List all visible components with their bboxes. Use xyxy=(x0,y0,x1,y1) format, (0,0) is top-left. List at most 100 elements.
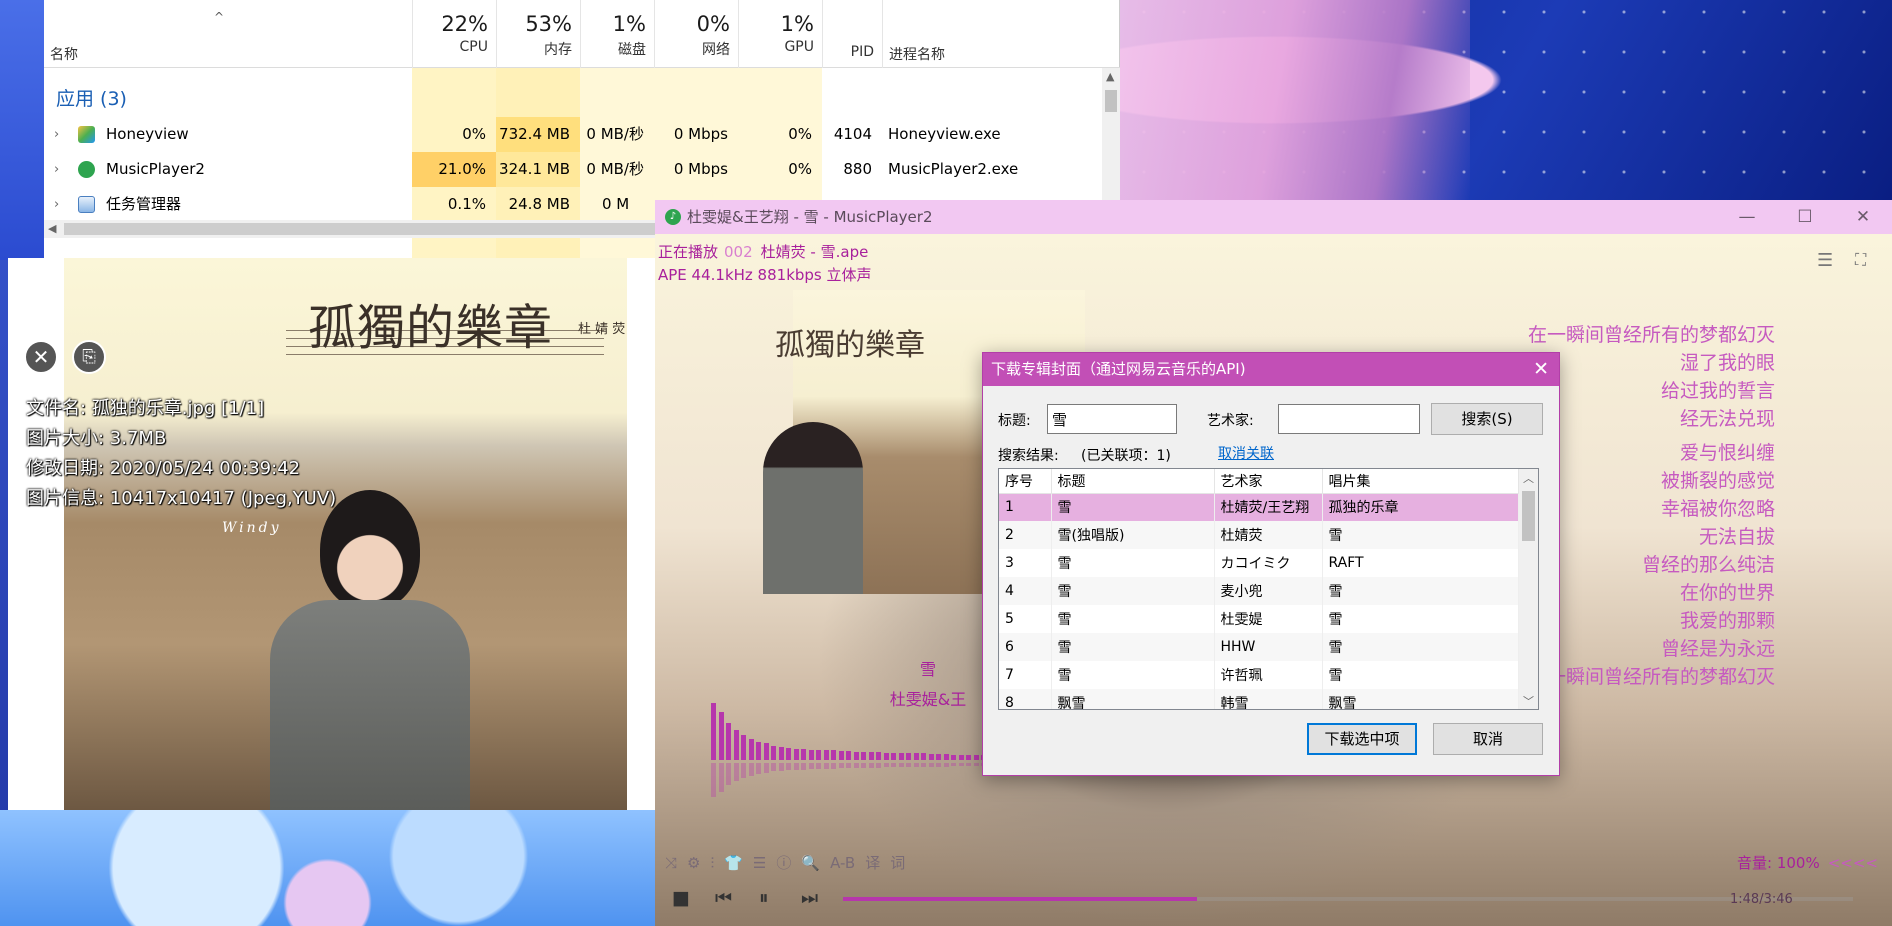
result-artist-cell: 杜雯媞 xyxy=(1214,605,1323,633)
result-title-cell: 雪 xyxy=(1051,661,1215,689)
maximize-button[interactable]: ☐ xyxy=(1776,200,1834,234)
cpu-percent: 22% xyxy=(441,12,488,36)
result-row[interactable]: 3 雪カコイミク RAFT xyxy=(999,549,1519,577)
spectrum-reflection xyxy=(853,763,859,768)
scrollbar-thumb[interactable] xyxy=(1522,491,1535,541)
lyrics-toggle-icon[interactable]: 词 xyxy=(890,852,905,873)
copy-icon[interactable]: ⎘ xyxy=(72,340,106,374)
cpu-column-header[interactable]: 22% CPU xyxy=(412,0,496,68)
close-button[interactable]: ✕ xyxy=(1834,200,1892,234)
spectrum-reflection xyxy=(838,763,844,768)
fullscreen-icon[interactable]: ⛶ xyxy=(1855,250,1866,270)
spectrum-bar xyxy=(711,703,716,760)
vertical-scrollbar[interactable]: ▲ xyxy=(1102,68,1120,220)
pid-column-header[interactable]: PID xyxy=(822,0,882,68)
spectrum-reflection xyxy=(756,763,761,774)
column-header-index[interactable]: 序号 xyxy=(999,469,1052,494)
volume-arrows[interactable]: <<<< xyxy=(1828,854,1878,872)
result-row[interactable]: 1 雪杜婧荧/王艺翔 孤独的乐章 xyxy=(999,493,1519,521)
spectrum-bar xyxy=(973,755,979,760)
process-row-honeyview[interactable]: › Honeyview 0% 732.4 MB 0 MB/秒 0 Mbps 0%… xyxy=(44,117,1102,152)
result-row[interactable]: 8 飘雪 韩雪 飘雪 xyxy=(999,689,1519,709)
volume-control[interactable]: 音量: 100% <<<< xyxy=(1737,852,1878,873)
process-name-column-header[interactable]: 进程名称 xyxy=(882,0,1102,68)
spectrum-reflection xyxy=(778,763,784,771)
translate-icon[interactable]: 译 xyxy=(865,852,880,873)
title-input[interactable] xyxy=(1047,404,1177,434)
expand-chevron-icon[interactable]: › xyxy=(54,152,59,187)
wallpaper-anime-hair xyxy=(1120,0,1470,200)
result-row[interactable]: 6 雪 HHW 雪 xyxy=(999,633,1519,661)
result-index-cell: 1 xyxy=(999,493,1052,521)
column-header-artist[interactable]: 艺术家 xyxy=(1214,469,1323,494)
expand-chevron-icon[interactable]: › xyxy=(54,117,59,152)
artist-input[interactable] xyxy=(1278,404,1420,434)
expand-chevron-icon[interactable]: › xyxy=(54,187,59,222)
pause-button[interactable]: ⏸ xyxy=(759,887,769,909)
list-scrollbar[interactable]: ︿ ﹀ xyxy=(1519,469,1538,709)
now-playing-label: 正在播放 xyxy=(658,243,719,261)
honeyview-app-icon xyxy=(78,126,95,143)
playlist-icon[interactable]: ☰ xyxy=(753,854,766,872)
spectrum-reflection xyxy=(823,763,829,769)
scroll-down-icon[interactable]: ﹀ xyxy=(1523,693,1534,709)
search-results-list[interactable]: 序号 标题 艺术家 唱片集 1 雪杜婧荧/王艺翔 孤独的乐章 2 雪(独唱版) 杜婧荧雪 3… xyxy=(998,468,1539,710)
spectrum-reflection xyxy=(921,763,926,767)
scroll-left-icon[interactable]: ◀ xyxy=(48,222,56,235)
title-label: 标题: xyxy=(998,413,1031,429)
result-album-cell: 雪 xyxy=(1322,661,1519,689)
result-artist-cell: 杜婧荧 xyxy=(1214,521,1323,549)
column-header-album[interactable]: 唱片集 xyxy=(1322,469,1519,494)
cpu-label: CPU xyxy=(459,39,488,55)
ab-repeat-icon[interactable]: A-B xyxy=(830,854,855,872)
process-name: 任务管理器 xyxy=(106,195,182,213)
album-cover-title: 孤獨的樂章 xyxy=(775,328,925,363)
next-button[interactable]: ⏭ xyxy=(801,887,818,909)
process-name: MusicPlayer2 xyxy=(106,160,205,178)
dialog-titlebar[interactable]: 下载专辑封面（通过网易云音乐的API) ✕ xyxy=(983,353,1559,386)
result-row[interactable]: 5 雪杜雯媞雪 xyxy=(999,605,1519,633)
disk-column-header[interactable]: 1% 磁盘 xyxy=(580,0,654,68)
lyric-line: 在一瞬间曾经所有的梦都幻灭 xyxy=(1527,324,1775,346)
scrollbar-thumb[interactable] xyxy=(1105,90,1117,112)
apps-group-header[interactable]: 应用 (3) xyxy=(56,84,127,111)
scroll-up-icon[interactable]: ︿ xyxy=(1523,470,1534,486)
progress-bar[interactable] xyxy=(843,897,1853,901)
process-row-musicplayer2[interactable]: › MusicPlayer2 21.0% 324.1 MB 0 MB/秒 0 M… xyxy=(44,152,1102,187)
unlink-link[interactable]: 取消关联 xyxy=(1218,443,1274,463)
spectrum-bar xyxy=(741,735,746,760)
search-button[interactable]: 搜索(S) xyxy=(1431,403,1543,435)
result-row[interactable]: 7 雪许哲珮雪 xyxy=(999,661,1519,689)
results-table: 序号 标题 艺术家 唱片集 1 雪杜婧荧/王艺翔 孤独的乐章 2 雪(独唱版) 杜婧荧雪 3… xyxy=(999,469,1519,709)
spectrum-bar xyxy=(763,743,769,760)
result-row[interactable]: 4 雪麦小兜雪 xyxy=(999,577,1519,605)
info-icon[interactable]: ⓘ xyxy=(776,852,791,873)
spectrum-bar xyxy=(921,753,926,760)
menu-icon[interactable]: ☰ xyxy=(1817,250,1833,271)
stop-button[interactable]: ■ xyxy=(672,887,690,909)
result-row[interactable]: 2 雪(独唱版) 杜婧荧雪 xyxy=(999,521,1519,549)
network-column-header[interactable]: 0% 网络 xyxy=(654,0,738,68)
download-selected-button[interactable]: 下载选中项 xyxy=(1307,723,1417,755)
previous-button[interactable]: ⏮ xyxy=(715,887,732,909)
equalizer-icon[interactable]: ⫶ xyxy=(710,854,714,872)
settings-icon[interactable]: ⚙ xyxy=(687,854,700,872)
memory-column-header[interactable]: 53% 内存 xyxy=(496,0,580,68)
find-icon[interactable]: 🔍 xyxy=(801,854,820,872)
scroll-up-icon[interactable]: ▲ xyxy=(1106,70,1114,83)
dialog-close-icon[interactable]: ✕ xyxy=(1533,353,1549,386)
name-column-header[interactable]: 名称 xyxy=(50,44,78,64)
column-header-title[interactable]: 标题 xyxy=(1051,469,1215,494)
minimize-button[interactable]: — xyxy=(1718,200,1776,234)
sort-caret-icon[interactable]: ^ xyxy=(214,10,224,24)
gpu-label: GPU xyxy=(784,39,814,55)
close-icon[interactable]: ✕ xyxy=(24,340,58,374)
gpu-column-header[interactable]: 1% GPU xyxy=(738,0,822,68)
skin-icon[interactable]: 👕 xyxy=(724,854,743,872)
spectrum-reflection xyxy=(816,763,821,769)
result-title-cell: 雪 xyxy=(1051,549,1215,577)
spectrum-reflection xyxy=(771,763,776,771)
music-player-titlebar[interactable]: ♪ 杜雯媞&王艺翔 - 雪 - MusicPlayer2 — ☐ ✕ xyxy=(655,200,1892,234)
cancel-button[interactable]: 取消 xyxy=(1433,723,1543,755)
shuffle-icon[interactable]: ⤨ xyxy=(665,854,677,872)
